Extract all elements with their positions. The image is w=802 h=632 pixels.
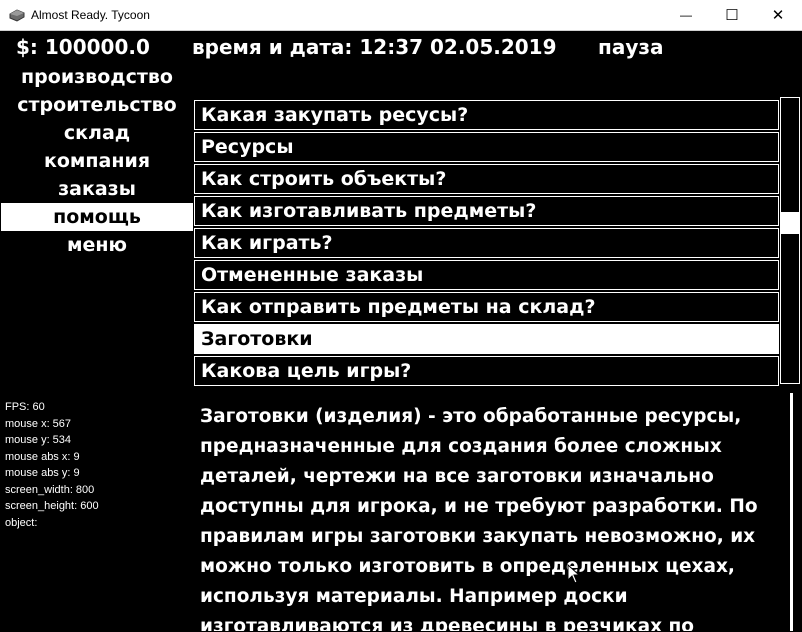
description-line: изготавливаются из древесины в резчиках … bbox=[200, 616, 694, 631]
debug-fps: FPS: 60 bbox=[5, 401, 45, 413]
help-topic-item[interactable]: Какова цель игры? bbox=[194, 356, 779, 386]
description-line: предназначенные для создания более сложн… bbox=[200, 436, 722, 457]
debug-mouse-abs-x: mouse abs x: 9 bbox=[5, 450, 80, 463]
pause-button[interactable]: пауза bbox=[598, 35, 663, 59]
debug-screen-height: screen_height: 600 bbox=[5, 500, 99, 512]
help-topic-item[interactable]: Как строить объекты? bbox=[194, 164, 779, 194]
window-titlebar[interactable]: Almost Ready. Tycoon — ☐ ✕ bbox=[0, 0, 802, 31]
minimize-icon: — bbox=[680, 8, 692, 22]
game-canvas[interactable]: $: 100000.0 время и дата: 12:37 02.05.20… bbox=[1, 31, 801, 631]
debug-overlay: FPS: 60 mouse x: 567 mouse y: 534 mouse … bbox=[5, 399, 99, 531]
debug-screen-width: screen_width: 800 bbox=[5, 483, 95, 496]
mouse-cursor-icon bbox=[567, 564, 581, 584]
menu-item-warehouse[interactable]: склад bbox=[1, 119, 193, 147]
minimize-button[interactable]: — bbox=[663, 0, 709, 30]
menu-item-construction[interactable]: строительство bbox=[1, 91, 193, 119]
help-topic-item-selected[interactable]: Заготовки bbox=[194, 324, 779, 354]
menu-item-production[interactable]: производство bbox=[1, 63, 193, 91]
topic-scrollbar[interactable] bbox=[780, 97, 800, 384]
help-topic-item[interactable]: Ресурсы bbox=[194, 132, 779, 162]
debug-mouse-abs-y: mouse abs y: 9 bbox=[5, 467, 80, 479]
app-icon bbox=[9, 9, 25, 22]
maximize-icon: ☐ bbox=[725, 7, 739, 24]
description-line: Заготовки (изделия) - это обработанные р… bbox=[200, 406, 742, 427]
description-line: используя материалы. Например доски bbox=[200, 586, 628, 607]
help-topic-item[interactable]: Как играть? bbox=[194, 228, 779, 258]
menu-item-orders[interactable]: заказы bbox=[1, 175, 193, 203]
debug-mouse-x: mouse x: 567 bbox=[5, 417, 72, 430]
debug-mouse-y: mouse y: 534 bbox=[5, 434, 72, 446]
maximize-button[interactable]: ☐ bbox=[709, 0, 755, 30]
description-scrollbar[interactable] bbox=[790, 393, 793, 631]
help-topic-item[interactable]: Как отправить предметы на склад? bbox=[194, 292, 779, 322]
description-line: деталей, чертежи на все заготовки изнача… bbox=[200, 466, 714, 487]
datetime-display: время и дата: 12:37 02.05.2019 bbox=[192, 35, 557, 59]
topic-scrollbar-thumb[interactable] bbox=[780, 212, 800, 234]
menu-item-help[interactable]: помощь bbox=[1, 203, 193, 231]
debug-object: object: bbox=[5, 516, 38, 529]
money-display: $: 100000.0 bbox=[16, 35, 150, 59]
menu-item-company[interactable]: компания bbox=[1, 147, 193, 175]
help-topic-item[interactable]: Как изготавливать предметы? bbox=[194, 196, 779, 226]
description-line: правилам игры заготовки закупать невозмо… bbox=[200, 526, 756, 547]
help-description: Заготовки (изделия) - это обработанные р… bbox=[200, 402, 780, 631]
window-title: Almost Ready. Tycoon bbox=[31, 8, 150, 22]
description-line: доступны для игрока, и не требуют разраб… bbox=[200, 496, 758, 517]
close-icon: ✕ bbox=[771, 7, 785, 24]
menu-item-menu[interactable]: меню bbox=[1, 231, 193, 259]
close-button[interactable]: ✕ bbox=[755, 0, 801, 30]
help-topic-item[interactable]: Какая закупать ресусы? bbox=[194, 100, 779, 130]
description-line: можно только изготовить в определенных ц… bbox=[200, 556, 735, 577]
help-topic-item[interactable]: Отмененные заказы bbox=[194, 260, 779, 290]
